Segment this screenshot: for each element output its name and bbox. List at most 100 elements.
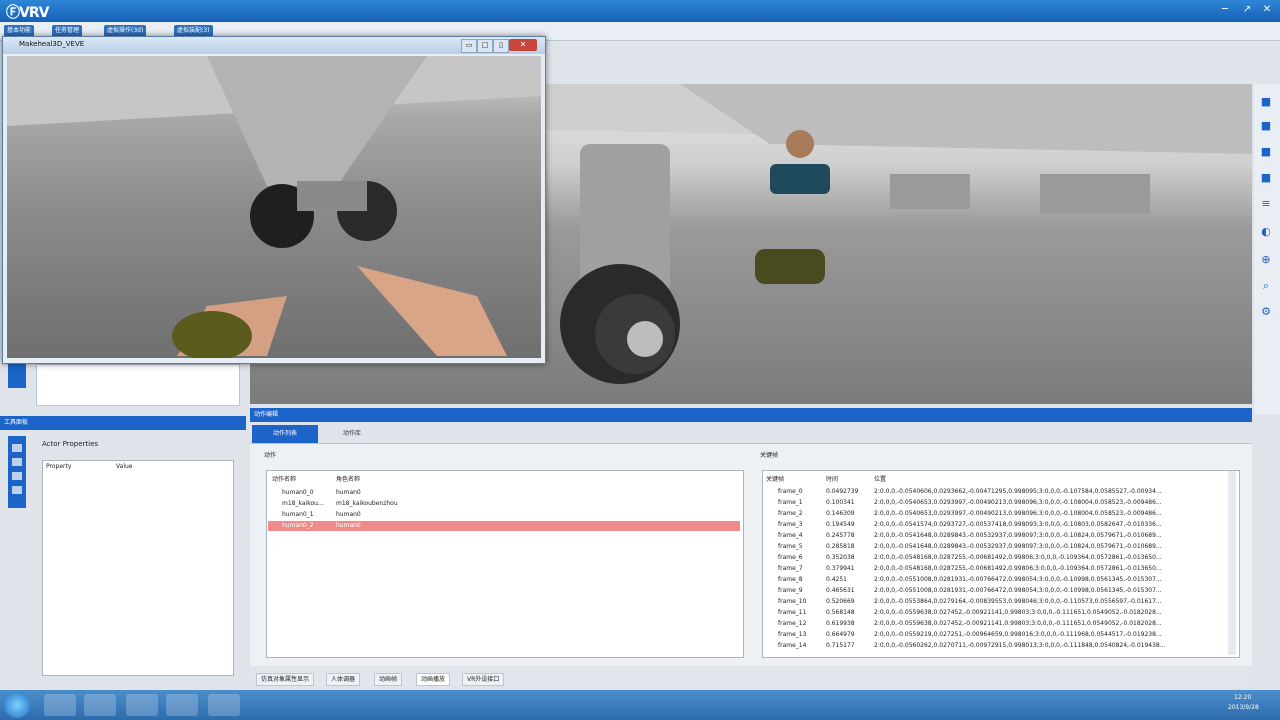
gear-strut xyxy=(207,56,427,186)
taskbar-app-icon[interactable] xyxy=(44,694,76,716)
video-minimize-button[interactable]: ▭ xyxy=(461,39,477,53)
video-maximize-button[interactable]: □ xyxy=(477,39,493,53)
keyframe-row[interactable]: frame_1 0.100341 2:0,0,0,-0.0540653,0.0293… xyxy=(764,497,1226,508)
keyframe-time: 0.0492739 xyxy=(826,488,859,495)
keyframe-name: frame_4 xyxy=(778,532,803,539)
keyframe-name: frame_10 xyxy=(778,598,807,605)
keyframe-position: 2:0,0,0,-0.0541648,0.0289843,-0.00532937… xyxy=(874,532,1162,539)
keyframe-name: frame_7 xyxy=(778,565,803,572)
left-panel-content xyxy=(36,364,240,406)
actor-properties-grid[interactable] xyxy=(42,460,234,676)
taskbar-vrv-icon[interactable] xyxy=(126,694,158,716)
keyframe-time: 0.194549 xyxy=(826,521,855,528)
value-column-header: Value xyxy=(116,463,133,470)
keyframe-name: frame_2 xyxy=(778,510,803,517)
tool-icon[interactable] xyxy=(12,458,22,466)
keyframe-row[interactable]: frame_9 0.465631 2:0,0,0,-0.0551008,0.0281… xyxy=(764,585,1226,596)
keyframe-row[interactable]: frame_14 0.715177 2:0,0,0,-0.0560262,0.027… xyxy=(764,640,1226,651)
action-name: human0_0 xyxy=(282,489,314,496)
keyframe-name: frame_11 xyxy=(778,609,807,616)
zoom-icon[interactable]: ⌕ xyxy=(1259,280,1273,292)
action-role: human0 xyxy=(336,522,361,529)
view-cube-icon[interactable]: ■ xyxy=(1259,96,1273,108)
keyframe-row[interactable]: frame_3 0.194549 2:0,0,0,-0.0541574,0.0293… xyxy=(764,519,1226,530)
start-button[interactable] xyxy=(4,692,30,718)
tab-animation-play[interactable]: 动画播放 xyxy=(416,673,451,686)
taskbar-files-icon[interactable] xyxy=(208,694,240,716)
orbit-icon[interactable]: ⊕ xyxy=(1259,254,1273,266)
taskbar-folder-icon[interactable] xyxy=(84,694,116,716)
keyframe-position: 2:0,0,0,-0.0560262,0.0270711,-0.00972915… xyxy=(874,642,1166,649)
keyframe-position: 2:0,0,0,-0.0551008,0.0281931,-0.00766472… xyxy=(874,587,1162,594)
tab-action-library[interactable]: 动作库 xyxy=(324,425,380,443)
view-side-icon[interactable]: ■ xyxy=(1259,146,1273,158)
keyframe-name: frame_3 xyxy=(778,521,803,528)
tab-object-properties[interactable]: 仿真对象属性显示 xyxy=(256,673,315,686)
tab-action-list[interactable]: 动作列表 xyxy=(252,425,318,443)
keyframe-position: 2:0,0,0,-0.0559219,0.027251,-0.00964659,… xyxy=(874,631,1162,638)
keyframe-time: 0.379941 xyxy=(826,565,855,572)
action-role: human0 xyxy=(336,511,361,518)
keyframe-position: 2:0.0,0,-0.0540606,0.0293662,-0.00471295… xyxy=(874,488,1162,495)
settings-icon[interactable]: ⚙ xyxy=(1259,306,1273,318)
keyframe-row[interactable]: frame_2 0.146309 2:0,0,0,-0.0540653,0.0293… xyxy=(764,508,1226,519)
video-window-title: Makeheal3D_VEVE xyxy=(19,40,85,48)
keyframe-position: 2:0,0,0,-0.0548168,0.0287255,-0.00681492… xyxy=(874,565,1162,572)
keyframe-row[interactable]: frame_5 0.285818 2:0,0,0,-0.0541648,0.0289… xyxy=(764,541,1226,552)
keyframe-row[interactable]: frame_4 0.245778 2:0,0,0,-0.0541648,0.0289… xyxy=(764,530,1226,541)
worker-head xyxy=(786,130,814,158)
view-top-icon[interactable]: ■ xyxy=(1259,172,1273,184)
keyframe-time: 0.245778 xyxy=(826,532,855,539)
table-row[interactable]: m18_kaikou... m18_kaikoubenzhou xyxy=(268,499,740,509)
keyframe-position: 2:0,0,0,-0.0553864,0.0279164,-0.00839553… xyxy=(874,598,1162,605)
restore-button[interactable]: ↗ xyxy=(1240,4,1254,15)
keyframe-row[interactable]: frame_12 0.619938 2:0,0,0,-0.0559638,0.027… xyxy=(764,618,1226,629)
app-logo: ⒻVRV xyxy=(6,5,49,21)
tab-vr-peripheral[interactable]: VR外设接口 xyxy=(462,673,505,686)
keyframe-name: frame_5 xyxy=(778,543,803,550)
tool-icon[interactable] xyxy=(12,444,22,452)
tab-human-controller[interactable]: 人体调器 xyxy=(326,673,361,686)
keyframe-name: frame_12 xyxy=(778,620,807,627)
table-row[interactable]: human0_0 human0 xyxy=(268,488,740,498)
keyframe-row[interactable]: frame_13 0.664979 2:0,0,0,-0.0559219,0.027… xyxy=(764,629,1226,640)
video-window[interactable]: Makeheal3D_VEVE ▭ □ ▯ ✕ xyxy=(2,36,546,364)
keyframe-name: frame_8 xyxy=(778,576,803,583)
keyframe-row[interactable]: frame_7 0.379941 2:0,0,0,-0.0548168,0.0287… xyxy=(764,563,1226,574)
keyframe-row[interactable]: frame_8 0.4251 2:0,0,0,-0.0551008,0.028193… xyxy=(764,574,1226,585)
clock-date: 2013/9/28 xyxy=(1228,704,1259,711)
rear-gear-2 xyxy=(1040,174,1150,214)
table-row[interactable]: human0_1 human0 xyxy=(268,510,740,520)
actions-col-name: 动作名称 xyxy=(272,476,297,483)
keyframe-row[interactable]: frame_6 0.352038 2:0,0,0,-0.0548168,0.0287… xyxy=(764,552,1226,563)
tab-animation-frames[interactable]: 动画帧 xyxy=(374,673,403,686)
keyframe-scrollbar[interactable] xyxy=(1228,471,1236,655)
action-name: m18_kaikou... xyxy=(282,500,324,507)
keyframe-time: 0.465631 xyxy=(826,587,855,594)
keyframe-position: 2:0,0,0,-0.0559638,0.027452,-0.00921141,… xyxy=(874,620,1162,627)
close-button[interactable]: ✕ xyxy=(1260,4,1274,15)
action-name: human0_2 xyxy=(282,522,314,529)
view-front-icon[interactable]: ■ xyxy=(1259,120,1273,132)
kf-col-time: 时间 xyxy=(826,476,839,483)
tool-icon[interactable] xyxy=(12,486,22,494)
rotate-icon[interactable]: ◐ xyxy=(1259,226,1273,238)
tool-icon[interactable] xyxy=(12,472,22,480)
keyframe-name: frame_13 xyxy=(778,631,807,638)
keyframe-row[interactable]: frame_11 0.568148 2:0,0,0,-0.0559638,0.027… xyxy=(764,607,1226,618)
video-restore-button[interactable]: ▯ xyxy=(493,39,509,53)
keyframe-position: 2:0,0,0,-0.0540653,0.0293997,-0.00490213… xyxy=(874,510,1162,517)
left-panel-tab[interactable] xyxy=(8,362,26,388)
worker-legs xyxy=(755,249,825,284)
keyframe-row[interactable]: frame_0 0.0492739 2:0.0,0,-0.0540606,0.029… xyxy=(764,486,1226,497)
keyframe-row[interactable]: frame_10 0.520669 2:0,0,0,-0.0553864,0.027… xyxy=(764,596,1226,607)
table-row-selected[interactable]: human0_2 human0 xyxy=(268,521,740,531)
layers-icon[interactable]: ≡ xyxy=(1259,198,1273,210)
clock-time: 12:20 xyxy=(1234,694,1252,701)
taskbar-window-icon[interactable] xyxy=(166,694,198,716)
action-role: human0 xyxy=(336,489,361,496)
keyframe-name: frame_9 xyxy=(778,587,803,594)
video-close-button[interactable]: ✕ xyxy=(509,39,537,51)
keyframe-time: 0.285818 xyxy=(826,543,855,550)
minimize-button[interactable]: ─ xyxy=(1218,4,1232,15)
